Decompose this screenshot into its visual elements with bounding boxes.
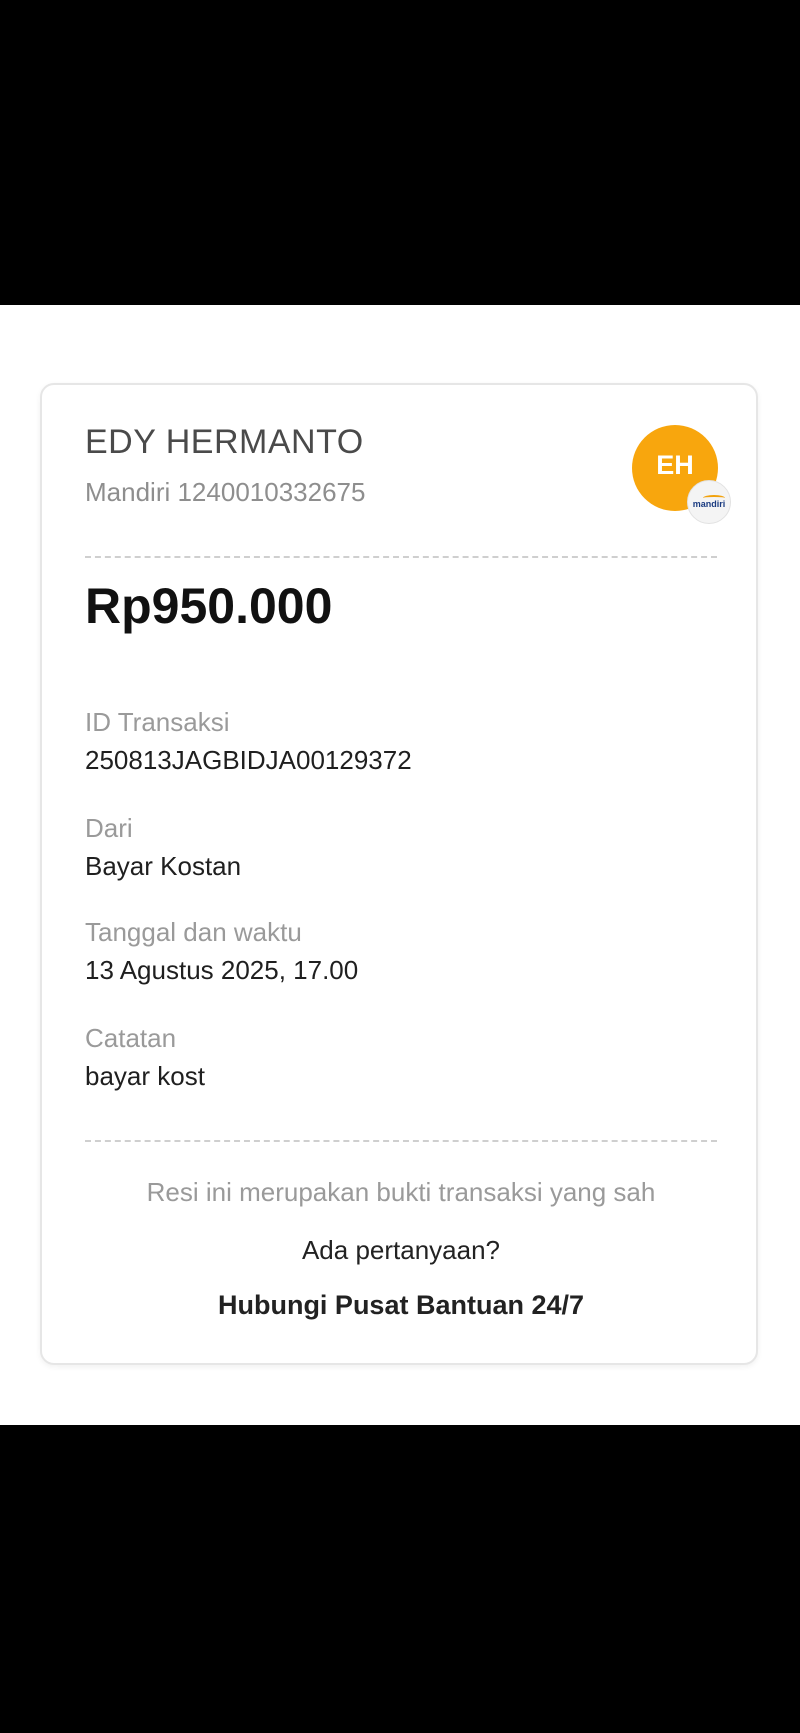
transfer-amount: Rp950.000 xyxy=(85,578,333,634)
receipt-validity-note: Resi ini merupakan bukti transaksi yang … xyxy=(146,1177,656,1207)
recipient-account: Mandiri 1240010332675 xyxy=(85,477,366,507)
bank-logo-text: mandiri xyxy=(692,499,726,509)
note-label: Catatan xyxy=(85,1023,177,1053)
divider-bottom xyxy=(85,1140,717,1142)
question-text: Ada pertanyaan? xyxy=(301,1235,501,1265)
source-label: Dari xyxy=(85,813,133,843)
datetime-value: 13 Agustus 2025, 17.00 xyxy=(85,955,359,985)
recipient-name: EDY HERMANTO xyxy=(85,423,364,461)
receipt-screen: EDY HERMANTO Mandiri 1240010332675 EH ma… xyxy=(0,305,800,1425)
note-value: bayar kost xyxy=(85,1061,205,1091)
transaction-id-label: ID Transaksi xyxy=(85,707,230,737)
transaction-id-value: 250813JAGBIDJA00129372 xyxy=(85,745,412,775)
receipt-card: EDY HERMANTO Mandiri 1240010332675 EH ma… xyxy=(40,383,758,1365)
divider-top xyxy=(85,556,717,558)
datetime-label: Tanggal dan waktu xyxy=(85,917,302,947)
bank-logo-icon: mandiri xyxy=(687,480,731,524)
help-center-link[interactable]: Hubungi Pusat Bantuan 24/7 xyxy=(42,1290,760,1321)
source-value: Bayar Kostan xyxy=(85,851,242,881)
